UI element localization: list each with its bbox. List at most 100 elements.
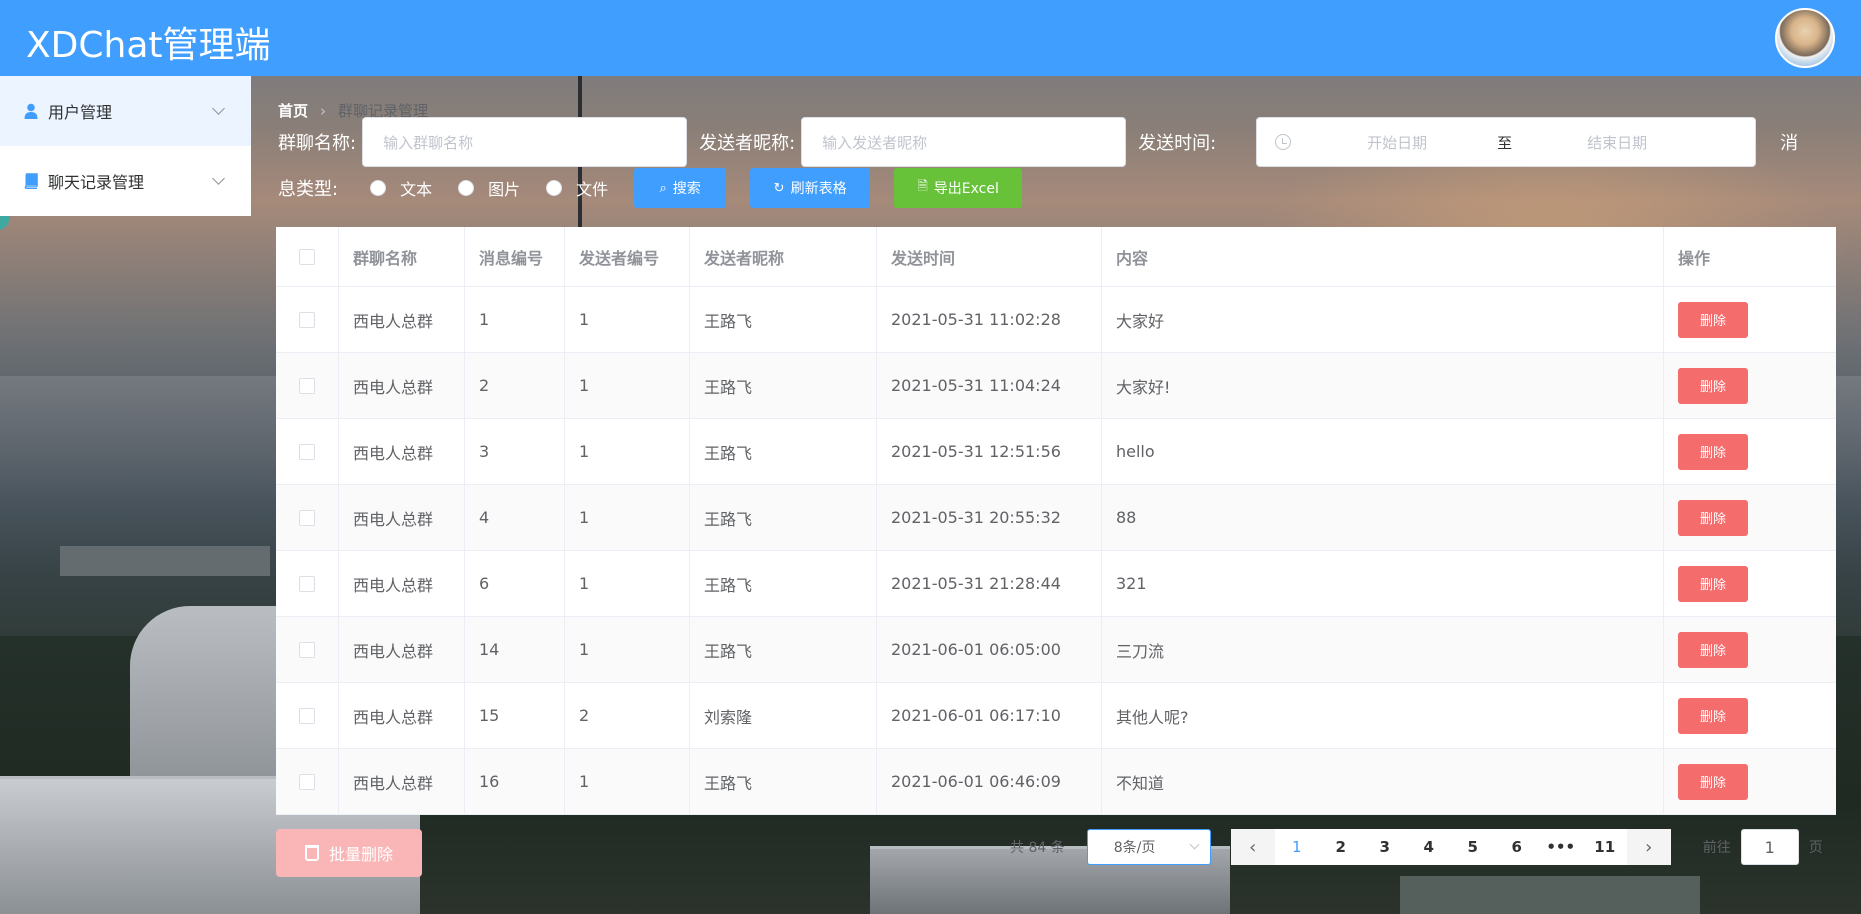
delete-button[interactable]: 删除 <box>1678 301 1748 338</box>
table-cell: 王路飞 <box>690 353 877 418</box>
table-cell: 2021-05-31 12:51:56 <box>877 419 1102 484</box>
delete-button[interactable]: 删除 <box>1678 763 1748 800</box>
date-range-picker[interactable]: 开始日期 至 结束日期 <box>1256 117 1757 167</box>
export-button-label: 导出Excel <box>933 181 999 197</box>
start-date-placeholder[interactable]: 开始日期 <box>1367 132 1497 153</box>
delete-button[interactable]: 删除 <box>1678 367 1748 404</box>
radio-image[interactable]: 图片 <box>458 176 520 200</box>
radio-label: 文件 <box>576 180 609 199</box>
delete-button[interactable]: 删除 <box>1678 499 1748 536</box>
action-cell: 删除 <box>1664 683 1836 748</box>
row-checkbox[interactable] <box>299 773 315 790</box>
table-cell: 王路飞 <box>690 485 877 550</box>
radio-circle[interactable] <box>458 180 475 196</box>
radio-text[interactable]: 文本 <box>370 176 432 200</box>
goto-prefix: 前往 <box>1702 840 1731 856</box>
table-cell: 2021-06-01 06:46:09 <box>877 749 1102 814</box>
delete-button[interactable]: 删除 <box>1678 697 1748 734</box>
table-cell: 1 <box>565 419 690 484</box>
row-checkbox[interactable] <box>299 443 315 460</box>
table-cell: 2021-05-31 11:04:24 <box>877 353 1102 418</box>
prev-page-button[interactable]: ‹ <box>1230 829 1275 865</box>
book-icon <box>24 173 38 189</box>
sender-nickname-input[interactable]: 输入发送者昵称 <box>801 117 1127 167</box>
sender-nickname-label: 发送者昵称: <box>699 133 796 154</box>
table-row: 西电人总群 16 1 王路飞 2021-06-01 06:46:09 不知道 删除 <box>276 749 1836 815</box>
column-header: 发送者昵称 <box>690 227 877 286</box>
page-number[interactable]: 2 <box>1319 829 1363 865</box>
checkbox-cell <box>276 617 339 682</box>
table-cell: 王路飞 <box>690 551 877 616</box>
action-cell: 删除 <box>1664 551 1836 616</box>
table-cell: 1 <box>565 551 690 616</box>
table-cell: 西电人总群 <box>339 485 465 550</box>
goto-suffix: 页 <box>1808 840 1823 856</box>
table-cell: 其他人呢? <box>1102 683 1664 748</box>
table-cell: 西电人总群 <box>339 551 465 616</box>
page-number[interactable]: 11 <box>1583 829 1627 865</box>
radio-circle[interactable] <box>370 180 387 196</box>
checkbox-cell <box>276 419 339 484</box>
table-row: 西电人总群 6 1 王路飞 2021-05-31 21:28:44 321 删除 <box>276 551 1836 617</box>
row-checkbox[interactable] <box>299 311 315 328</box>
row-checkbox[interactable] <box>299 641 315 658</box>
table-cell: 2021-05-31 11:02:28 <box>877 287 1102 352</box>
user-icon <box>24 103 38 119</box>
radio-circle[interactable] <box>546 180 563 196</box>
chat-records-table: 群聊名称 消息编号 发送者编号 发送者昵称 发送时间 内容 操作 西电人总群 1 1… <box>276 227 1836 815</box>
page-number[interactable]: 3 <box>1363 829 1407 865</box>
table-cell: 4 <box>465 485 565 550</box>
page-size-select[interactable]: 8条/页 <box>1086 829 1211 865</box>
search-button[interactable]: ⌕ 搜索 <box>634 168 727 208</box>
checkbox-cell <box>276 353 339 418</box>
goto-page-input[interactable]: 1 <box>1740 829 1799 865</box>
more-pages-button[interactable]: ••• <box>1539 829 1583 865</box>
avatar[interactable] <box>1775 8 1835 68</box>
batch-delete-button[interactable]: 批量删除 <box>276 829 422 877</box>
action-cell: 删除 <box>1664 485 1836 550</box>
app-title: XDChat管理端 <box>26 25 271 66</box>
table-cell: 14 <box>465 617 565 682</box>
page-number[interactable]: 6 <box>1495 829 1539 865</box>
checkbox-cell <box>276 485 339 550</box>
row-checkbox[interactable] <box>299 575 315 592</box>
group-name-input[interactable]: 输入群聊名称 <box>362 117 688 167</box>
sidebar: 用户管理 聊天记录管理 <box>0 76 251 216</box>
page-number[interactable]: 5 <box>1451 829 1495 865</box>
page-number[interactable]: 4 <box>1407 829 1451 865</box>
next-page-button[interactable]: › <box>1626 829 1671 865</box>
page-number[interactable]: 1 <box>1275 829 1319 865</box>
table-cell: 1 <box>565 353 690 418</box>
refresh-table-button[interactable]: ↻ 刷新表格 <box>750 168 871 208</box>
sidebar-item-chat-records[interactable]: 聊天记录管理 <box>0 146 251 216</box>
row-checkbox[interactable] <box>299 377 315 394</box>
top-header: XDChat管理端 <box>0 0 1861 76</box>
chevron-down-icon <box>212 172 225 185</box>
table-cell: 刘索隆 <box>690 683 877 748</box>
delete-button[interactable]: 删除 <box>1678 631 1748 668</box>
table-cell: 2 <box>465 353 565 418</box>
export-excel-button[interactable]: 🗎 导出Excel <box>894 168 1023 208</box>
row-checkbox[interactable] <box>299 707 315 724</box>
table-cell: 西电人总群 <box>339 617 465 682</box>
row-checkbox[interactable] <box>299 509 315 526</box>
table-cell: 1 <box>565 485 690 550</box>
delete-button[interactable]: 删除 <box>1678 433 1748 470</box>
low-building <box>1400 876 1700 914</box>
table-cell: hello <box>1102 419 1664 484</box>
sidebar-item-user-management[interactable]: 用户管理 <box>0 76 251 146</box>
search-button-label: 搜索 <box>672 181 701 197</box>
range-separator: 至 <box>1497 133 1513 152</box>
end-date-placeholder[interactable]: 结束日期 <box>1587 132 1647 153</box>
table-cell: 不知道 <box>1102 749 1664 814</box>
chevron-down-icon <box>1189 839 1200 850</box>
table-cell: 2021-06-01 06:05:00 <box>877 617 1102 682</box>
delete-button[interactable]: 删除 <box>1678 565 1748 602</box>
table-cell: 大家好 <box>1102 287 1664 352</box>
search-icon: ⌕ <box>659 180 667 196</box>
chevron-down-icon <box>212 102 225 115</box>
select-all-checkbox[interactable] <box>299 248 315 265</box>
radio-file[interactable]: 文件 <box>546 176 608 200</box>
distant-building <box>60 546 270 576</box>
table-cell: 王路飞 <box>690 617 877 682</box>
